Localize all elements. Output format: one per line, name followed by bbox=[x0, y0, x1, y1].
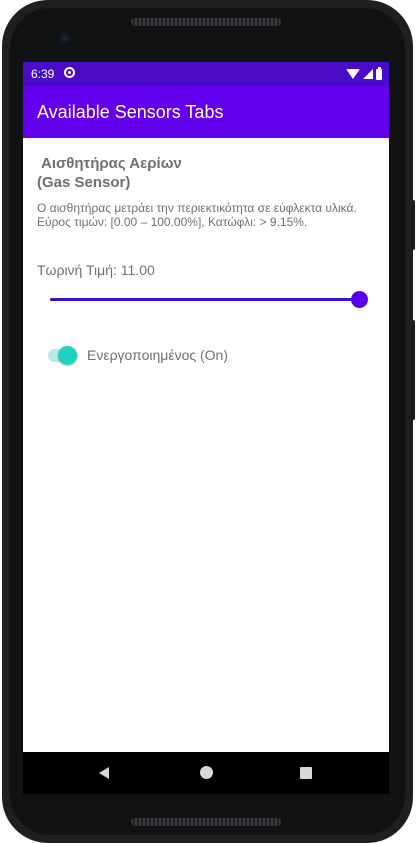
back-icon[interactable] bbox=[99, 767, 109, 779]
battery-icon bbox=[376, 66, 382, 80]
power-button bbox=[411, 200, 415, 250]
current-value-row: Τωρινή Τιμή: 11.00 bbox=[37, 262, 155, 278]
toggle-thumb[interactable] bbox=[58, 346, 77, 365]
slider-thumb[interactable] bbox=[351, 291, 368, 308]
sensor-title-english: (Gas Sensor) bbox=[37, 174, 131, 191]
top-speaker bbox=[131, 18, 281, 26]
current-value: 11.00 bbox=[120, 262, 155, 278]
toggle-label: Ενεργοποιημένος (On) bbox=[87, 347, 229, 363]
device-screen: 6:39 Available Sensors Tabs Αισθητήρας Α… bbox=[23, 62, 389, 752]
slider-track[interactable] bbox=[50, 298, 361, 301]
current-value-label: Τωρινή Τιμή: bbox=[37, 262, 117, 278]
navigation-bar bbox=[23, 752, 389, 794]
status-time: 6:39 bbox=[31, 67, 55, 81]
status-bar: 6:39 bbox=[23, 62, 389, 86]
sensor-title: Αισθητήρας Αερίων (Gas Sensor) bbox=[37, 154, 182, 192]
sensor-description-line: Ο αισθητήρας μετράει την περιεκτικότητα … bbox=[37, 201, 357, 215]
sensor-title-greek: Αισθητήρας Αερίων bbox=[41, 155, 182, 172]
sensor-description: Ο αισθητήρας μετράει την περιεκτικότητα … bbox=[37, 201, 382, 229]
sync-icon bbox=[64, 67, 75, 78]
home-icon[interactable] bbox=[200, 766, 213, 779]
wifi-icon bbox=[346, 69, 360, 79]
app-bar: Available Sensors Tabs bbox=[23, 86, 389, 138]
front-camera bbox=[58, 32, 71, 45]
status-icons bbox=[346, 66, 382, 82]
bottom-speaker bbox=[131, 818, 281, 826]
volume-button bbox=[411, 320, 415, 420]
signal-icon bbox=[363, 69, 373, 79]
value-slider[interactable] bbox=[50, 289, 368, 309]
app-title: Available Sensors Tabs bbox=[37, 102, 224, 122]
recents-icon[interactable] bbox=[300, 767, 312, 779]
sensor-range-line: Εύρος τιμών: [0.00 – 100.00%], Κατώφλι: … bbox=[37, 215, 308, 229]
